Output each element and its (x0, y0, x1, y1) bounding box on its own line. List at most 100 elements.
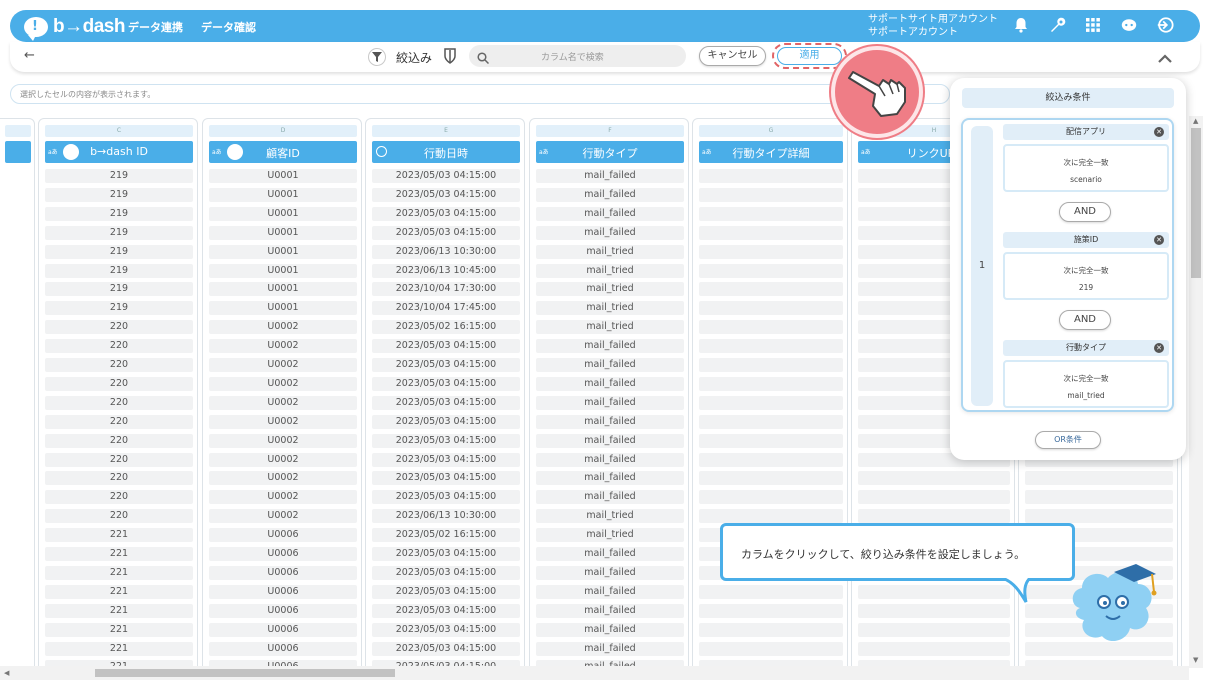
nav-data-check[interactable]: データ確認 (201, 19, 256, 35)
table-cell[interactable]: 2023/05/03 04:15:00 (372, 358, 520, 372)
table-cell[interactable]: 2023/05/03 04:15:00 (372, 603, 520, 618)
table-cell[interactable]: mail_failed (536, 490, 684, 505)
table-cell[interactable]: 221 (45, 622, 193, 637)
table-cell[interactable]: 221 (45, 603, 193, 618)
table-cell[interactable]: mail_tried (536, 509, 684, 524)
back-arrow-icon[interactable]: ← (24, 48, 35, 63)
condition-body[interactable]: 次に完全一致 scenario (1003, 144, 1169, 192)
table-cell[interactable]: 221 (45, 584, 193, 599)
table-cell[interactable]: U0002 (209, 471, 357, 486)
table-cell[interactable] (699, 471, 843, 486)
table-cell[interactable]: 219 (45, 301, 193, 316)
table-cell[interactable]: U0001 (209, 169, 357, 183)
table-cell[interactable]: U0002 (209, 376, 357, 391)
bdash-logo[interactable]: ! b→dash (24, 16, 125, 41)
table-cell[interactable] (699, 339, 843, 354)
table-cell[interactable]: mail_failed (536, 169, 684, 183)
or-condition-button[interactable]: OR条件 (1035, 431, 1101, 449)
remove-condition-icon[interactable]: ✕ (1154, 235, 1164, 245)
table-cell[interactable] (699, 433, 843, 448)
table-cell[interactable]: 220 (45, 358, 193, 372)
table-cell[interactable]: 2023/10/04 17:30:00 (372, 282, 520, 297)
column-header[interactable]: aあ 行動タイプ詳細 (699, 141, 843, 163)
table-cell[interactable] (699, 603, 843, 618)
account-info[interactable]: サポートサイト用アカウント サポートアカウント (868, 13, 998, 39)
table-cell[interactable] (699, 452, 843, 467)
table-cell[interactable]: 2023/05/03 04:15:00 (372, 584, 520, 599)
table-cell[interactable] (699, 282, 843, 297)
table-cell[interactable]: U0002 (209, 339, 357, 354)
cancel-button[interactable]: キャンセル (699, 46, 766, 66)
table-column[interactable]: Caあ b→dash ID 219 219 219 219 219 219 219 219 220 2… (38, 118, 198, 666)
table-cell[interactable]: mail_failed (536, 622, 684, 637)
wrench-icon[interactable] (1048, 16, 1066, 34)
column-header[interactable]: aあ b→dash ID (45, 141, 193, 163)
column-header[interactable] (5, 141, 31, 163)
table-cell[interactable]: 2023/06/13 10:30:00 (372, 244, 520, 259)
table-cell[interactable] (1025, 471, 1173, 486)
table-cell[interactable] (1025, 509, 1173, 524)
table-cell[interactable] (858, 584, 1010, 599)
scroll-down-arrow-icon[interactable]: ▼ (1193, 656, 1198, 664)
table-cell[interactable]: mail_tried (536, 528, 684, 543)
table-cell[interactable] (699, 376, 843, 391)
table-cell[interactable]: 220 (45, 395, 193, 410)
table-cell[interactable] (699, 641, 843, 656)
table-cell[interactable]: 2023/06/13 10:45:00 (372, 263, 520, 278)
table-cell[interactable]: U0001 (209, 225, 357, 240)
table-cell[interactable] (699, 187, 843, 202)
table-cell[interactable]: mail_failed (536, 206, 684, 221)
table-cell[interactable]: 2023/05/03 04:15:00 (372, 376, 520, 391)
table-cell[interactable]: mail_failed (536, 641, 684, 656)
table-cell[interactable]: 220 (45, 509, 193, 524)
table-cell[interactable]: mail_failed (536, 471, 684, 486)
table-cell[interactable]: 2023/05/03 04:15:00 (372, 565, 520, 580)
table-cell[interactable]: mail_failed (536, 339, 684, 354)
table-cell[interactable]: mail_failed (536, 414, 684, 429)
table-cell[interactable]: 2023/05/03 04:15:00 (372, 471, 520, 486)
table-cell[interactable]: mail_failed (536, 452, 684, 467)
table-cell[interactable] (858, 641, 1010, 656)
table-cell[interactable] (699, 320, 843, 335)
table-cell[interactable]: U0006 (209, 622, 357, 637)
table-cell[interactable]: U0006 (209, 584, 357, 599)
table-cell[interactable]: 2023/05/03 04:15:00 (372, 433, 520, 448)
table-column[interactable]: E 行動日時 2023/05/03 04:15:00 2023/05/03 04:15… (365, 118, 525, 666)
table-cell[interactable]: mail_tried (536, 320, 684, 335)
table-cell[interactable]: 221 (45, 641, 193, 656)
table-cell[interactable]: U0002 (209, 395, 357, 410)
column-header[interactable]: aあ 行動タイプ (536, 141, 684, 163)
table-cell[interactable] (699, 509, 843, 524)
horizontal-scrollbar[interactable]: ◀ (0, 666, 1189, 680)
table-cell[interactable]: U0006 (209, 641, 357, 656)
remove-condition-icon[interactable]: ✕ (1154, 127, 1164, 137)
table-cell[interactable]: 2023/05/02 16:15:00 (372, 320, 520, 335)
table-cell[interactable]: mail_failed (536, 584, 684, 599)
table-cell[interactable] (699, 414, 843, 429)
table-cell[interactable]: mail_failed (536, 376, 684, 391)
table-cell[interactable]: mail_failed (536, 565, 684, 580)
table-column[interactable]: Gaあ 行動タイプ詳細 (692, 118, 848, 666)
table-cell[interactable] (699, 263, 843, 278)
table-cell[interactable]: 2023/05/03 04:15:00 (372, 169, 520, 183)
table-cell[interactable]: 220 (45, 376, 193, 391)
table-cell[interactable] (699, 169, 843, 183)
table-cell[interactable]: mail_failed (536, 395, 684, 410)
vertical-scroll-thumb[interactable] (1191, 128, 1201, 278)
chat-icon[interactable] (1120, 16, 1138, 34)
table-cell[interactable] (858, 490, 1010, 505)
filter-label[interactable]: 絞込み (396, 49, 432, 66)
table-cell[interactable]: 219 (45, 244, 193, 259)
table-cell[interactable]: 219 (45, 225, 193, 240)
apply-button[interactable]: 適用 (777, 47, 842, 65)
table-cell[interactable]: 2023/05/03 04:15:00 (372, 547, 520, 561)
table-cell[interactable] (699, 395, 843, 410)
condition-column[interactable]: 施策ID ✕ (1003, 232, 1169, 248)
column-partial-left[interactable] (0, 118, 35, 666)
table-cell[interactable]: U0002 (209, 433, 357, 448)
table-cell[interactable] (699, 622, 843, 637)
table-cell[interactable]: 2023/05/03 04:15:00 (372, 490, 520, 505)
table-cell[interactable]: 2023/05/03 04:15:00 (372, 414, 520, 429)
table-cell[interactable]: U0006 (209, 547, 357, 561)
table-cell[interactable]: 2023/05/03 04:15:00 (372, 452, 520, 467)
